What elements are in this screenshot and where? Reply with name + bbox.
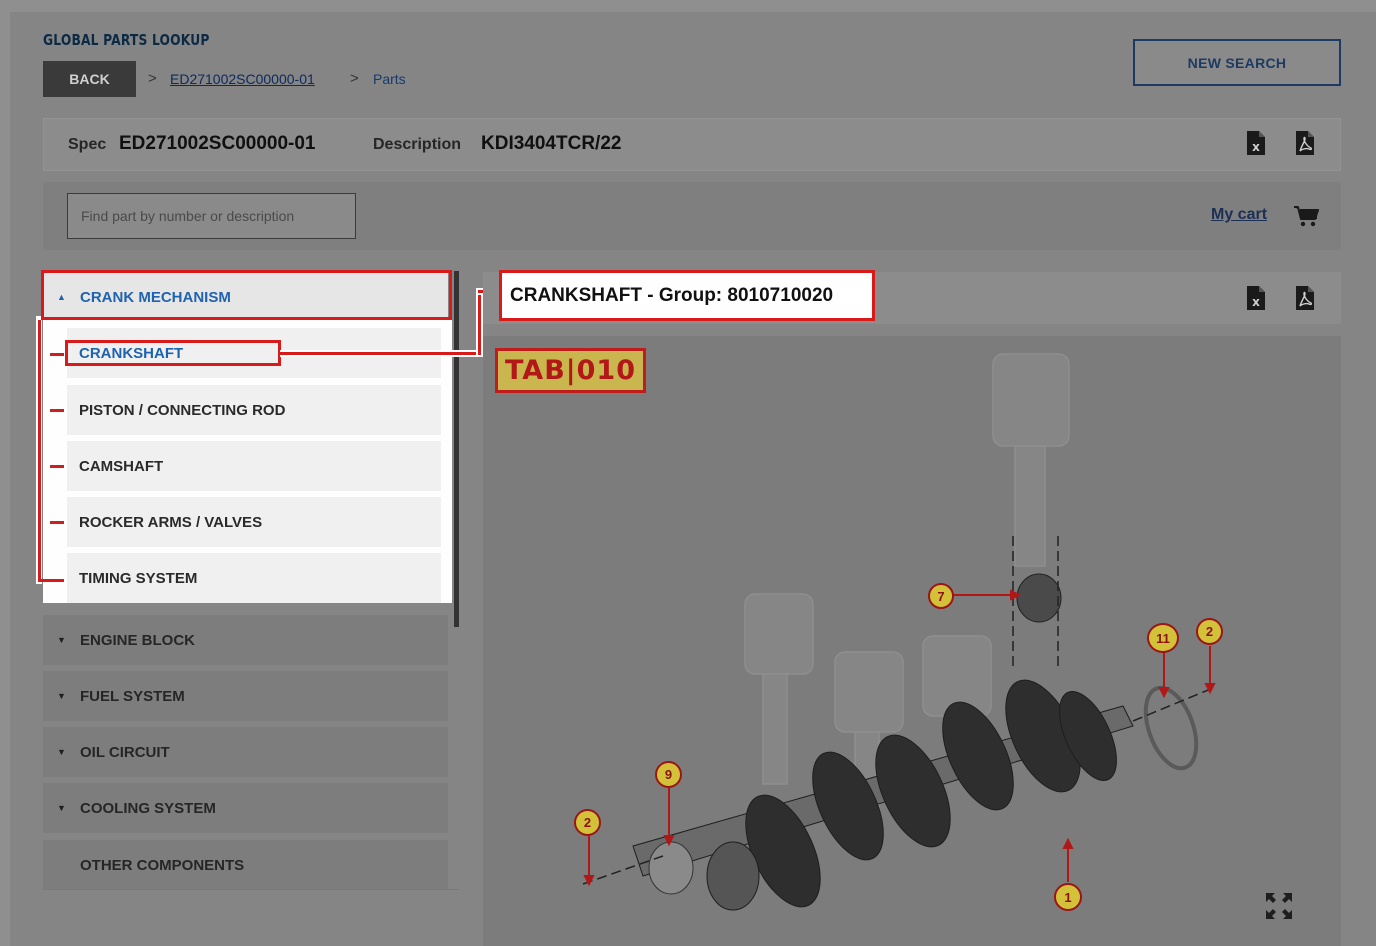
conrod-shape bbox=[762, 673, 788, 785]
breadcrumb-spec-link[interactable]: ED271002SC00000-01 bbox=[170, 71, 315, 87]
breadcrumb-separator: > bbox=[148, 70, 157, 87]
category-oil-circuit[interactable]: ▼ OIL CIRCUIT bbox=[43, 727, 448, 777]
callout-1[interactable]: 1 bbox=[1054, 883, 1082, 911]
svg-text:x: x bbox=[1252, 295, 1260, 309]
tree-tick bbox=[50, 353, 64, 356]
callout-7[interactable]: 7 bbox=[928, 583, 954, 609]
caret-down-icon: ▼ bbox=[57, 635, 66, 645]
subitem-label: CAMSHAFT bbox=[79, 457, 164, 475]
tree-tick bbox=[50, 521, 64, 524]
piston-shape bbox=[834, 651, 904, 733]
caret-down-icon: ▼ bbox=[57, 747, 66, 757]
cart-icon[interactable] bbox=[1293, 205, 1319, 227]
caret-down-icon: ▼ bbox=[57, 691, 66, 701]
category-label: ENGINE BLOCK bbox=[80, 631, 196, 649]
excel-export-icon[interactable]: x bbox=[1245, 285, 1267, 311]
svg-text:x: x bbox=[1252, 140, 1260, 154]
spec-value: ED271002SC00000-01 bbox=[119, 133, 316, 154]
back-button[interactable]: BACK bbox=[43, 61, 136, 97]
callout-9[interactable]: 9 bbox=[655, 761, 682, 788]
subitem-label: PISTON / CONNECTING ROD bbox=[79, 401, 286, 419]
category-cooling-system[interactable]: ▼ COOLING SYSTEM bbox=[43, 783, 448, 833]
subitem-label: CRANKSHAFT bbox=[79, 344, 184, 362]
callout-2[interactable]: 2 bbox=[1196, 618, 1223, 645]
excel-export-icon[interactable]: x bbox=[1245, 130, 1267, 156]
subitem-piston-connecting-rod[interactable]: PISTON / CONNECTING ROD bbox=[67, 385, 441, 435]
callout-11[interactable]: 11 bbox=[1147, 623, 1179, 653]
subitem-crankshaft[interactable]: CRANKSHAFT bbox=[67, 328, 441, 378]
pdf-export-icon[interactable] bbox=[1294, 130, 1316, 156]
category-fuel-system[interactable]: ▼ FUEL SYSTEM bbox=[43, 671, 448, 721]
nav-divider bbox=[43, 889, 459, 890]
tree-tick bbox=[50, 465, 64, 468]
subitem-label: TIMING SYSTEM bbox=[79, 569, 198, 587]
group-title: CRANKSHAFT - Group: 8010710020 bbox=[499, 270, 875, 321]
description-label: Description bbox=[373, 136, 462, 153]
caret-down-icon: ▼ bbox=[57, 803, 66, 813]
nav-scrollbar[interactable] bbox=[454, 271, 459, 627]
category-engine-block[interactable]: ▼ ENGINE BLOCK bbox=[43, 615, 448, 665]
bearing-shell bbox=[1016, 573, 1062, 623]
piston-shape bbox=[992, 353, 1070, 447]
subitem-timing-system[interactable]: TIMING SYSTEM bbox=[67, 553, 441, 603]
part-search-input[interactable] bbox=[67, 193, 356, 239]
category-label: OIL CIRCUIT bbox=[80, 743, 170, 761]
app-title: GLOBAL PARTS LOOKUP bbox=[43, 31, 210, 49]
new-search-button[interactable]: NEW SEARCH bbox=[1133, 39, 1341, 86]
spec-label: Spec bbox=[68, 136, 107, 153]
category-crank-mechanism[interactable]: ▲ CRANK MECHANISM bbox=[43, 272, 448, 322]
description-value: KDI3404TCR/22 bbox=[481, 133, 622, 154]
crank-flange bbox=[706, 841, 760, 911]
subitem-label: ROCKER ARMS / VALVES bbox=[79, 513, 263, 531]
subitem-camshaft[interactable]: CAMSHAFT bbox=[67, 441, 441, 491]
tree-tick bbox=[50, 409, 64, 412]
fullscreen-expand-icon[interactable] bbox=[1264, 891, 1294, 921]
category-label: FUEL SYSTEM bbox=[80, 687, 185, 705]
category-label: CRANK MECHANISM bbox=[80, 288, 231, 306]
piston-shape bbox=[744, 593, 814, 675]
caret-up-icon: ▲ bbox=[57, 292, 66, 302]
callout-2[interactable]: 2 bbox=[574, 809, 601, 836]
pdf-export-icon[interactable] bbox=[1294, 285, 1316, 311]
breadcrumb-separator: > bbox=[350, 70, 359, 87]
conrod-shape bbox=[1014, 445, 1046, 567]
my-cart-link[interactable]: My cart bbox=[1211, 206, 1267, 224]
subitem-rocker-arms-valves[interactable]: ROCKER ARMS / VALVES bbox=[67, 497, 441, 547]
breadcrumb-current: Parts bbox=[373, 71, 406, 87]
bearing-shell bbox=[648, 841, 694, 895]
category-other-components[interactable]: OTHER COMPONENTS bbox=[43, 840, 448, 890]
category-label: OTHER COMPONENTS bbox=[80, 856, 245, 874]
exploded-parts-diagram[interactable]: TAB|010 7 11 2 9 2 1 bbox=[483, 336, 1341, 946]
category-label: COOLING SYSTEM bbox=[80, 799, 216, 817]
